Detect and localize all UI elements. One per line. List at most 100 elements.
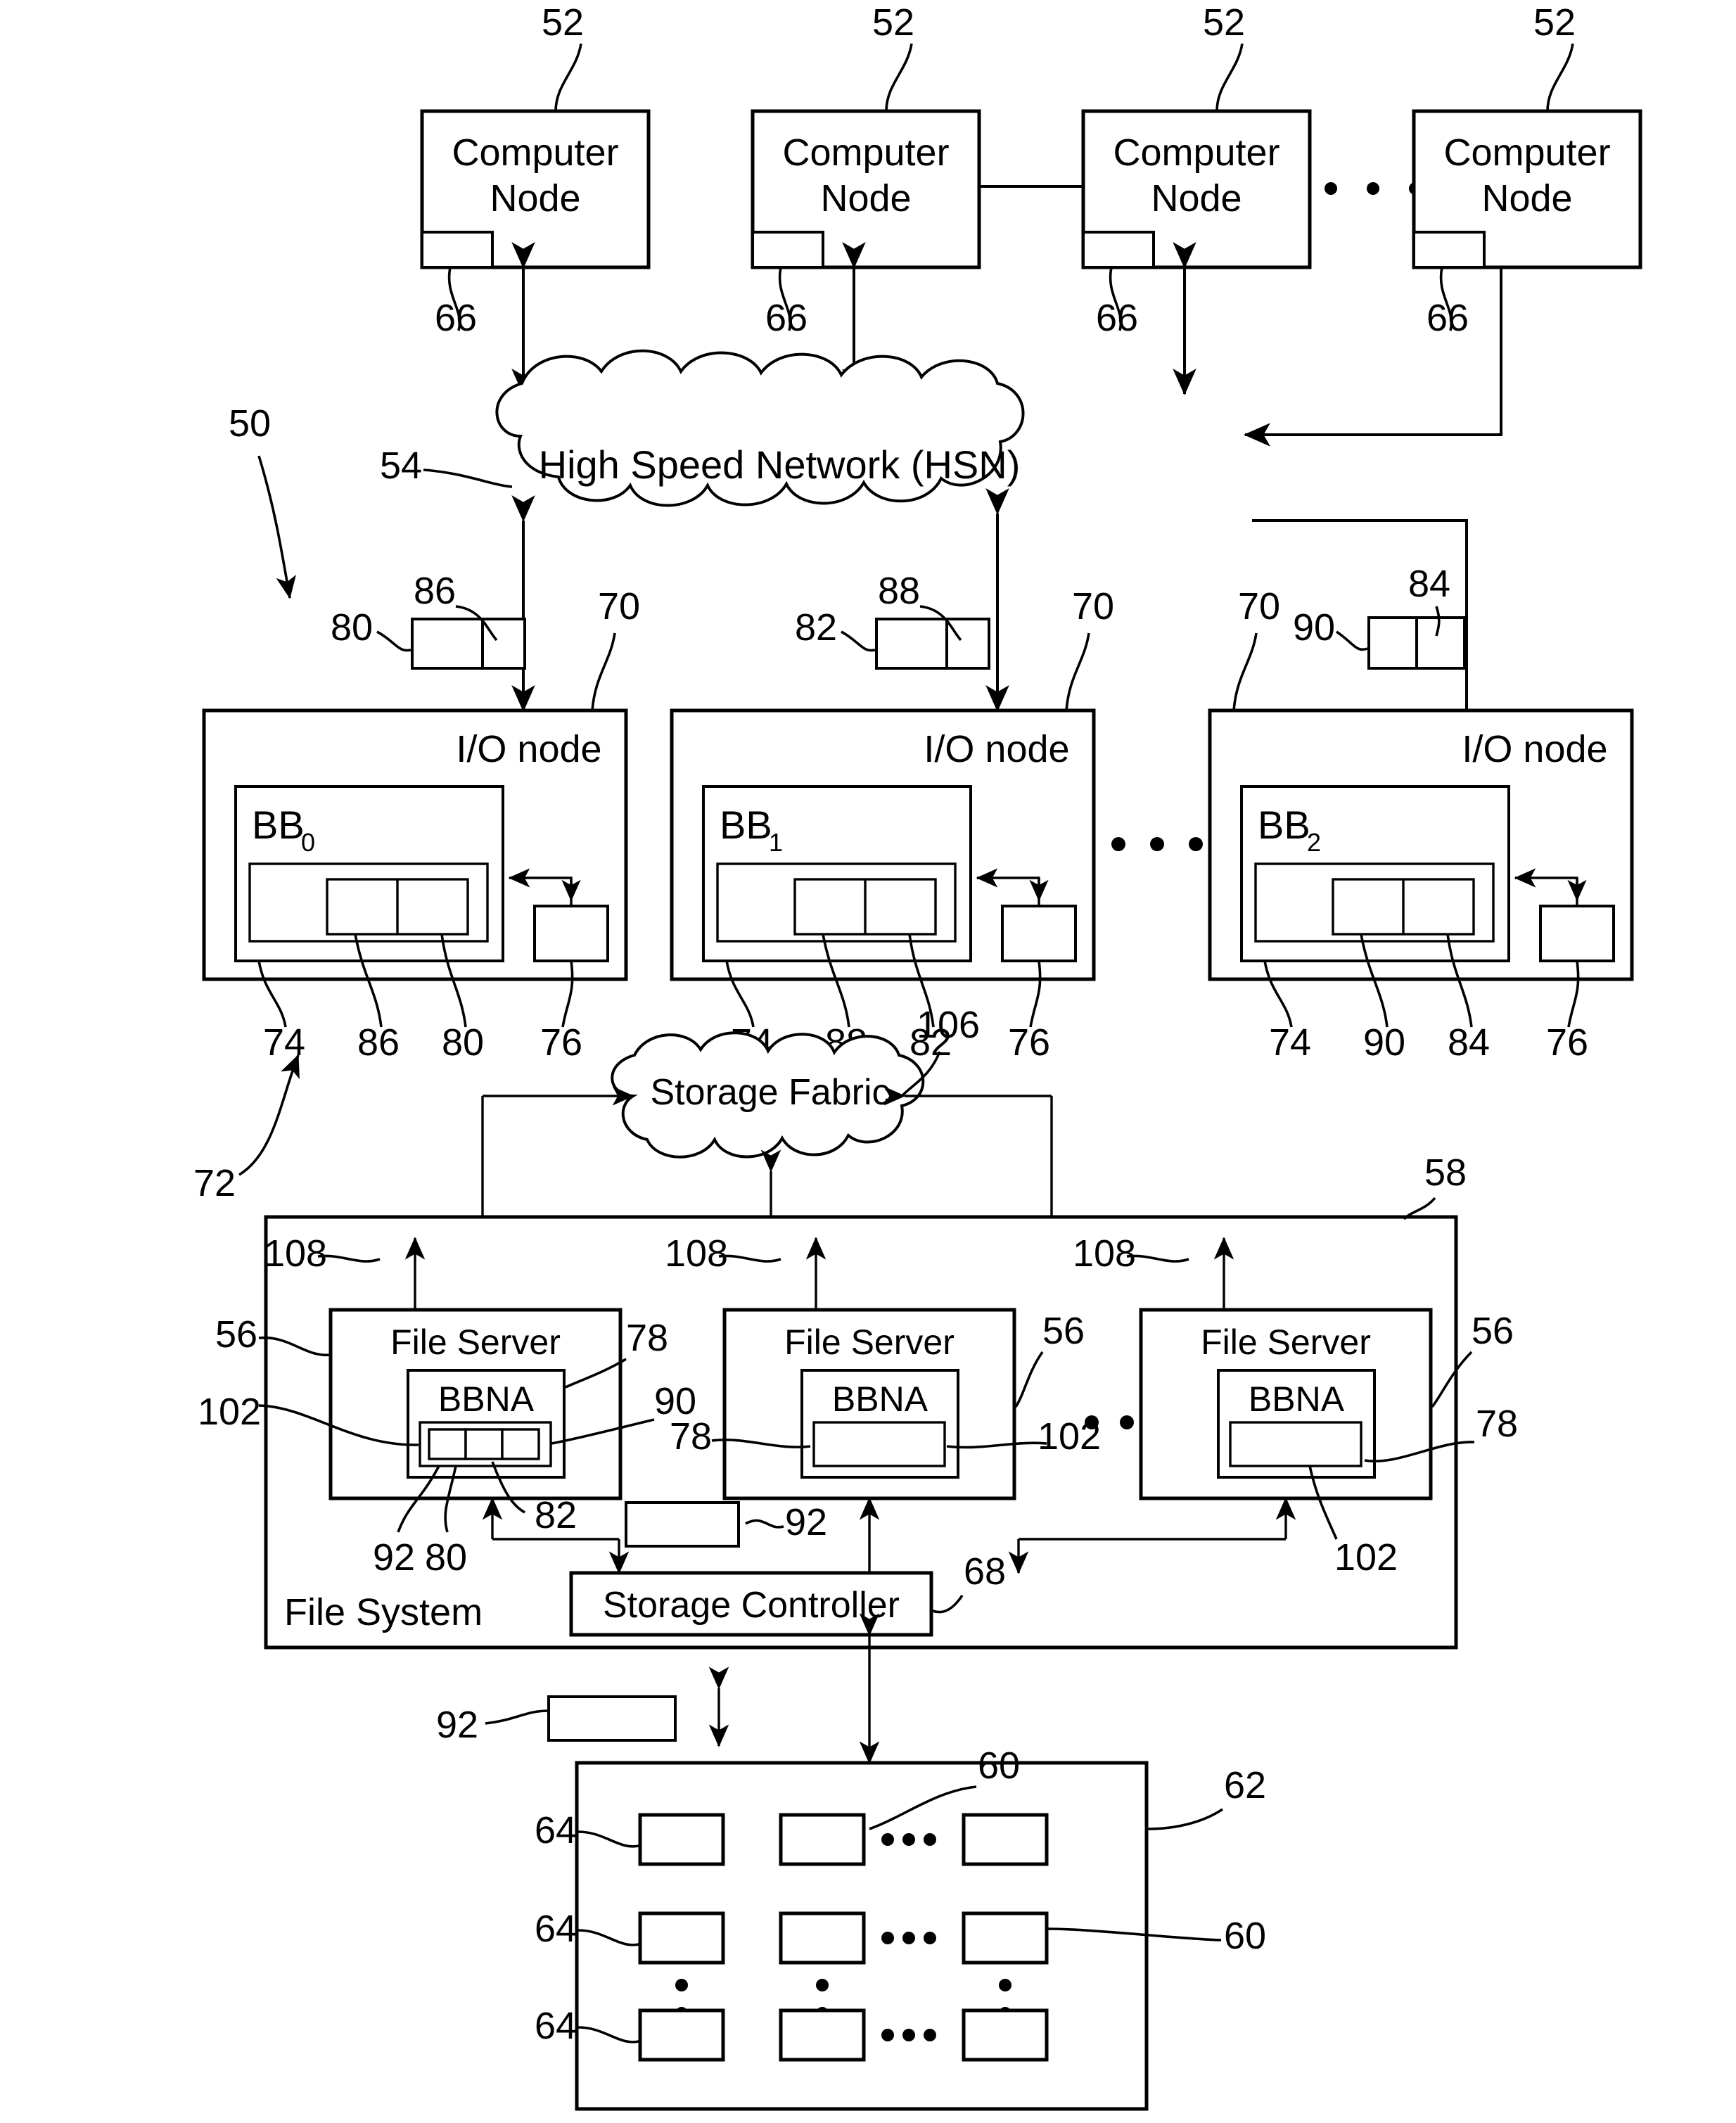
computer-node-label-line2: Node <box>1151 177 1242 219</box>
figure-svg: Computer Node 52 66 Computer Node 52 66 … <box>193 1 1642 2111</box>
ref-54: 54 <box>380 445 422 487</box>
computer-node-2[interactable]: Computer Node <box>751 109 981 269</box>
file-server-3[interactable]: File Server BBNA <box>1139 1308 1433 1500</box>
io-agent-box-2 <box>1001 905 1077 962</box>
ref-74-3: 74 <box>1269 1021 1311 1064</box>
ref-56-fs3: 56 <box>1472 1310 1514 1352</box>
ref-62: 62 <box>1224 1764 1266 1806</box>
hsn-label: High Speed Network (HSN) <box>539 442 1021 487</box>
io-agent-box-3 <box>1539 905 1615 962</box>
ref-102-fs3: 102 <box>1334 1536 1398 1579</box>
ref-84-ext-3: 84 <box>1408 563 1450 605</box>
io-node-2[interactable]: I/O node BB 1 <box>670 708 1096 981</box>
ref-84-3: 84 <box>1448 1021 1490 1064</box>
ref-80-fs1: 80 <box>425 1536 467 1579</box>
computer-node-3[interactable]: Computer Node <box>1081 109 1312 269</box>
computer-node-label-line2: Node <box>820 177 911 219</box>
ref-56-fs1: 56 <box>215 1313 257 1356</box>
computer-node-label-line1: Computer <box>452 132 618 174</box>
storage-fabric-cloud: Storage Fabric <box>611 1031 925 1159</box>
file-server-2[interactable]: File Server BBNA <box>722 1308 1016 1500</box>
ref-92-b: 92 <box>436 1704 478 1746</box>
storage-device-r2c3 <box>962 1911 1049 1965</box>
ref-76-3: 76 <box>1546 1021 1588 1064</box>
storage-device-r1c2 <box>779 1813 866 1866</box>
external-buffer-block-2 <box>875 618 990 670</box>
bb-sub-1: 0 <box>301 828 315 857</box>
storage-controller-label: Storage Controller <box>603 1585 900 1626</box>
ref-78-fs3: 78 <box>1476 1403 1518 1445</box>
ref-92-a: 92 <box>785 1501 827 1543</box>
computer-node-4[interactable]: Computer Node <box>1412 109 1642 269</box>
io-node-label: I/O node <box>456 728 601 770</box>
storage-device-r2c1 <box>638 1911 725 1965</box>
ref-86-ext-1: 86 <box>414 570 456 612</box>
ref-64-r3: 64 <box>535 2005 577 2047</box>
storage-row3-ellipsis <box>881 2029 936 2041</box>
ref-52-d: 52 <box>1533 1 1576 44</box>
ref-70-c: 70 <box>1238 585 1280 627</box>
io-node-ellipsis <box>1111 837 1203 851</box>
ref-64-r1: 64 <box>535 1809 577 1851</box>
bbna-buffer-2 <box>812 1421 946 1467</box>
ref-66-a: 66 <box>435 297 477 339</box>
storage-fabric-label: Storage Fabric <box>650 1072 890 1113</box>
ref-76-1: 76 <box>540 1021 582 1064</box>
ref-80-1: 80 <box>442 1021 484 1064</box>
storage-device-r3c1 <box>638 2008 725 2062</box>
ref-52-b: 52 <box>872 1 914 44</box>
ref-108-c: 108 <box>1073 1232 1136 1275</box>
ref-90-3: 90 <box>1363 1021 1405 1064</box>
ref-86-1: 86 <box>357 1021 400 1064</box>
ref-52-c: 52 <box>1203 1 1245 44</box>
ref-74-1: 74 <box>263 1021 305 1064</box>
io-node-3[interactable]: I/O node BB 2 <box>1208 708 1634 981</box>
external-buffer-block-3 <box>1367 616 1466 670</box>
ref-90-ext-3: 90 <box>1293 606 1335 649</box>
high-speed-network-cloud: High Speed Network (HSN) <box>495 349 1025 507</box>
file-server-label: File Server <box>1201 1322 1371 1362</box>
ref-108-b: 108 <box>665 1232 728 1275</box>
ref-66-d: 66 <box>1427 297 1469 339</box>
computer-node-label-line2: Node <box>490 177 580 219</box>
bb-sub-2: 1 <box>769 828 783 857</box>
computer-node-1[interactable]: Computer Node <box>420 109 651 269</box>
ref-88-ext-2: 88 <box>878 570 920 612</box>
ref-60-a: 60 <box>978 1745 1020 1787</box>
computer-node-ellipsis <box>1325 182 1422 195</box>
io-node-label: I/O node <box>1462 728 1607 770</box>
ref-108-a: 108 <box>264 1232 327 1275</box>
ref-70-a: 70 <box>598 585 640 627</box>
ref-92-fs1: 92 <box>373 1536 415 1579</box>
message-box-92-a <box>625 1501 740 1548</box>
ref-78-fs2: 78 <box>670 1415 712 1458</box>
bb-label-2: BB <box>720 803 772 847</box>
bbna-label: BBNA <box>1249 1379 1345 1419</box>
io-node-1[interactable]: I/O node BB 0 <box>202 708 628 981</box>
bbna-buffer-3 <box>1229 1421 1362 1467</box>
ref-56-fs2: 56 <box>1042 1310 1085 1352</box>
io-agent-box-1 <box>533 905 609 962</box>
bb-label-1: BB <box>252 803 305 847</box>
file-system-label: File System <box>284 1591 483 1633</box>
storage-row2-ellipsis <box>881 1932 936 1944</box>
ref-102-fs1: 102 <box>198 1391 261 1433</box>
computer-node-label-line2: Node <box>1481 177 1572 219</box>
external-buffer-block-1 <box>411 618 526 670</box>
ref-66-c: 66 <box>1096 297 1138 339</box>
storage-device-r2c2 <box>779 1911 866 1965</box>
bb-sub-3: 2 <box>1307 828 1321 857</box>
ref-106: 106 <box>917 1004 980 1046</box>
file-server-1[interactable]: File Server BBNA <box>328 1308 623 1500</box>
ref-60-b: 60 <box>1224 1915 1266 1957</box>
storage-device-r1c1 <box>638 1813 725 1866</box>
ref-78-fs1: 78 <box>626 1317 668 1359</box>
ref-80-ext-1: 80 <box>331 606 373 649</box>
storage-controller[interactable]: Storage Controller <box>569 1571 933 1637</box>
storage-device-r1c3 <box>962 1813 1049 1866</box>
storage-device-r3c2 <box>779 2008 866 2062</box>
ref-76-2: 76 <box>1008 1021 1050 1064</box>
storage-row1-ellipsis <box>881 1833 936 1846</box>
bbna-buffer-segments-1 <box>428 1428 540 1460</box>
patent-figure-canvas: Computer Node 52 66 Computer Node 52 66 … <box>0 0 1736 2123</box>
